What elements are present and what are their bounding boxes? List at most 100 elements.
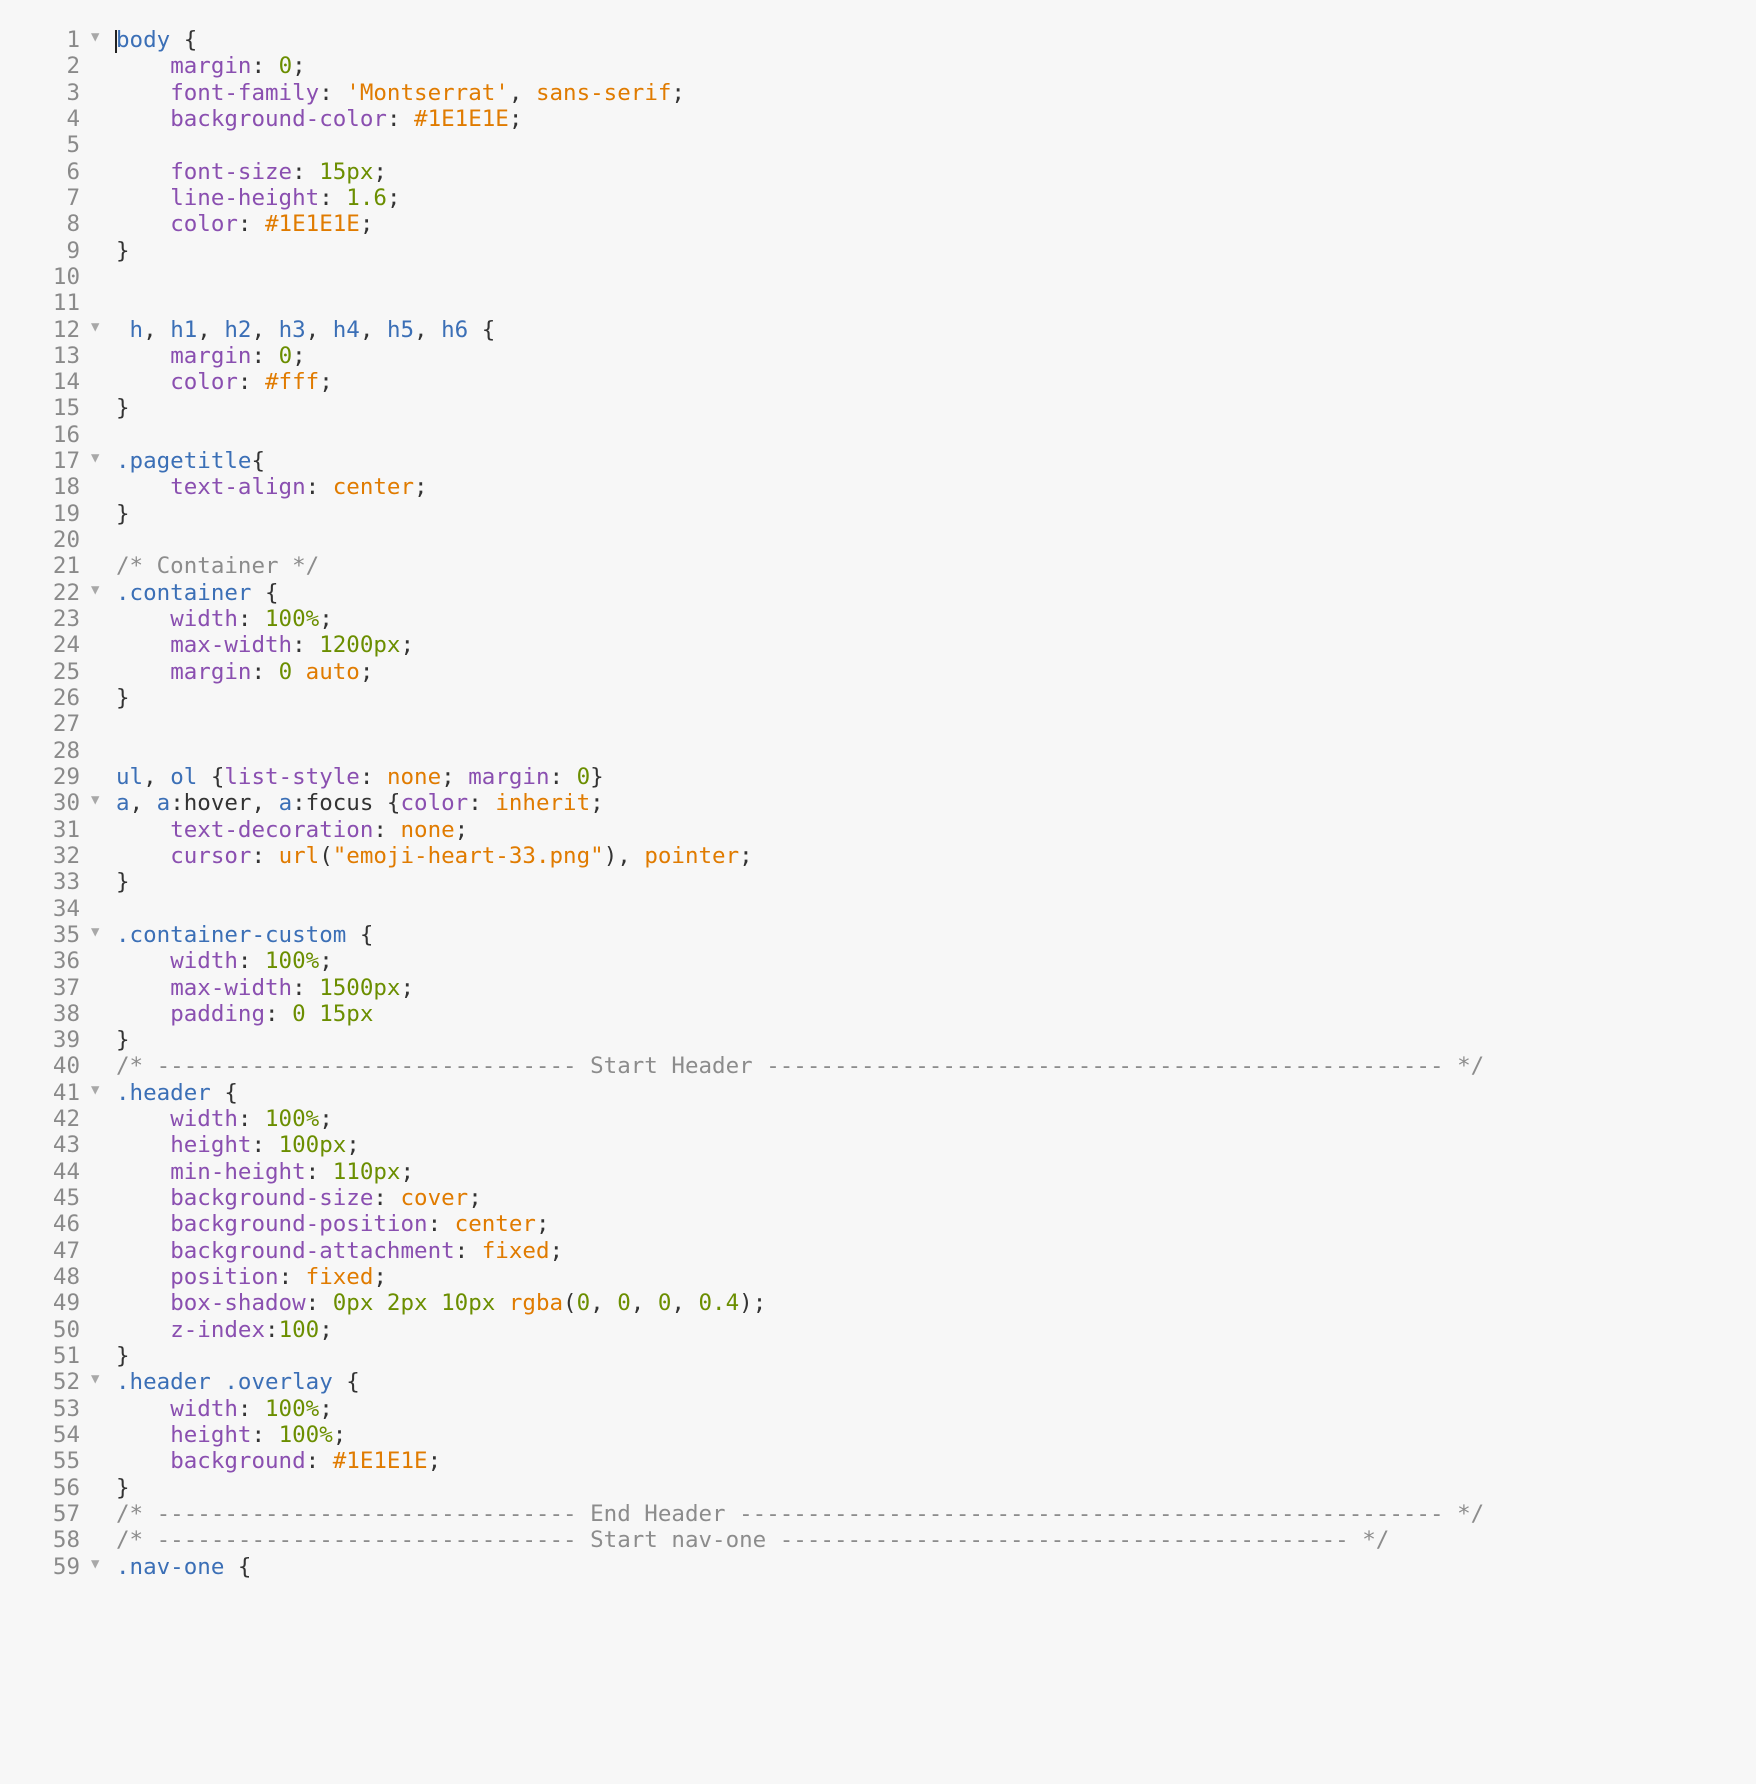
code-token-com: /* ------------------------------- Start… bbox=[116, 1053, 1485, 1080]
code-token-pun: : bbox=[292, 632, 320, 659]
code-token-pun: , bbox=[305, 316, 333, 343]
code-token-prop: background-position bbox=[170, 1211, 428, 1238]
code-token-kw: fixed bbox=[305, 1264, 374, 1291]
code-token-num: 1200px bbox=[319, 632, 401, 659]
code-token-prop: margin bbox=[170, 342, 252, 369]
code-token-pun bbox=[116, 1290, 170, 1316]
code-token-prop: margin bbox=[170, 658, 252, 685]
code-token-sel: h bbox=[129, 316, 144, 343]
line-number: 59 bbox=[52, 1553, 80, 1580]
fold-triangle-icon[interactable]: ▼ bbox=[91, 23, 99, 53]
code-token-pun bbox=[116, 1001, 170, 1027]
fold-triangle-icon[interactable]: ▼ bbox=[91, 918, 99, 948]
code-token-sel: h3 bbox=[278, 316, 306, 343]
code-token-pun: ; bbox=[319, 369, 333, 396]
code-token-pun: ; bbox=[386, 184, 401, 211]
code-token-pun: , bbox=[143, 763, 171, 790]
code-token-kw: auto bbox=[305, 658, 360, 685]
code-token-pun: } bbox=[116, 1474, 130, 1501]
code-token-num: 1500px bbox=[319, 974, 401, 1001]
code-token-num: 100% bbox=[265, 606, 320, 633]
code-token-num: 100% bbox=[265, 1106, 320, 1133]
code-token-pun: ; bbox=[427, 1448, 442, 1475]
code-token-num: 100px bbox=[278, 1132, 347, 1159]
code-token-pun: : bbox=[265, 1316, 279, 1343]
code-token-pun bbox=[116, 211, 170, 237]
code-token-pun: : bbox=[237, 606, 266, 633]
code-token-sel: h1 bbox=[170, 316, 198, 343]
code-token-pun: ( bbox=[319, 842, 333, 869]
code-token-pun: } bbox=[116, 1027, 130, 1054]
fold-triangle-icon[interactable]: ▼ bbox=[91, 576, 99, 606]
code-token-prop: font-size bbox=[170, 158, 293, 185]
code-token-num: 0.4 bbox=[698, 1290, 740, 1317]
code-token-prop: width bbox=[170, 606, 238, 633]
code-token-num: 0 bbox=[657, 1290, 672, 1317]
code-line[interactable]: 59 ▼ .nav-one { bbox=[0, 1553, 1756, 1583]
code-token-pun bbox=[116, 185, 170, 211]
code-token-pun: } bbox=[590, 763, 604, 790]
code-token-prop: margin bbox=[468, 763, 550, 790]
code-token-pun: : bbox=[319, 184, 347, 211]
code-token-prop: color bbox=[400, 790, 469, 817]
code-token-pun bbox=[116, 632, 170, 658]
code-token-num: 100% bbox=[278, 1421, 333, 1448]
code-token-pun: : bbox=[468, 790, 496, 817]
code-token-pun: : bbox=[427, 1211, 455, 1238]
code-token-pun: ; bbox=[346, 1132, 360, 1159]
code-token-pun: ; bbox=[454, 816, 469, 843]
code-token-pun: : bbox=[454, 1237, 482, 1264]
fold-triangle-icon[interactable]: ▼ bbox=[91, 786, 99, 816]
code-token-prop: list-style bbox=[224, 763, 360, 790]
code-token-prop: box-shadow bbox=[170, 1290, 306, 1317]
code-token-pun: ( bbox=[563, 1290, 577, 1317]
code-token-prop: width bbox=[170, 948, 238, 975]
code-token-pun: , bbox=[197, 316, 225, 343]
code-token-prop: color bbox=[170, 211, 238, 238]
code-token-num: 0 bbox=[278, 342, 293, 369]
code-token-com: /* Container */ bbox=[116, 553, 320, 580]
code-token-pun: ), bbox=[603, 842, 645, 869]
code-token-sel: .pagetitle bbox=[116, 448, 252, 475]
code-token-num: 0 bbox=[617, 1290, 631, 1317]
code-token-pun: } bbox=[116, 500, 130, 527]
code-token-prop: width bbox=[170, 1106, 238, 1133]
code-token-pun: ; bbox=[400, 632, 415, 659]
code-token-pun: ; bbox=[292, 53, 306, 80]
code-token-num: 0 bbox=[278, 53, 293, 80]
code-token-pun bbox=[116, 1159, 170, 1185]
code-token-pun: :hover, bbox=[170, 790, 279, 817]
code-token-pun: : bbox=[237, 369, 266, 396]
code-token-pun: { bbox=[197, 763, 225, 790]
fold-triangle-icon[interactable]: ▼ bbox=[91, 444, 99, 474]
code-token-pun: ; bbox=[468, 1185, 482, 1212]
code-token-pun: : bbox=[373, 816, 401, 843]
code-token-pun: : bbox=[237, 948, 266, 975]
fold-triangle-icon[interactable]: ▼ bbox=[91, 313, 99, 343]
code-token-pun: : bbox=[292, 158, 320, 185]
code-token-kw: center bbox=[332, 474, 415, 501]
fold-triangle-icon[interactable]: ▼ bbox=[91, 1076, 99, 1106]
code-token-kw: none bbox=[386, 763, 442, 790]
code-token-num: 0 bbox=[576, 763, 591, 790]
fold-triangle-icon[interactable]: ▼ bbox=[91, 1365, 99, 1395]
code-token-pun bbox=[116, 1396, 170, 1422]
code-token-pun: : bbox=[386, 105, 415, 132]
code-token-prop: cursor bbox=[170, 842, 252, 869]
code-token-pun: { bbox=[346, 921, 374, 948]
code-token-num: 0 15px bbox=[292, 1000, 374, 1027]
code-token-sel: a bbox=[278, 790, 293, 817]
code-token-pun bbox=[116, 317, 130, 343]
code-token-pun: , bbox=[630, 1290, 658, 1317]
code-token-pun: { bbox=[251, 579, 279, 606]
code-token-pun: : bbox=[292, 974, 320, 1001]
code-token-pun: { bbox=[468, 316, 496, 343]
code-token-pun bbox=[116, 1106, 170, 1132]
code-token-sel: h5 bbox=[386, 316, 415, 343]
code-token-pun: : bbox=[305, 1290, 333, 1317]
code-token-pun: { bbox=[170, 27, 198, 53]
code-editor[interactable]: 1 ▼ body {2 margin: 0; 3 font-family: 'Mont… bbox=[0, 0, 1756, 1784]
fold-triangle-icon[interactable]: ▼ bbox=[91, 1550, 99, 1580]
code-text[interactable]: .nav-one { bbox=[116, 1553, 251, 1583]
code-token-pun: , bbox=[251, 316, 279, 343]
